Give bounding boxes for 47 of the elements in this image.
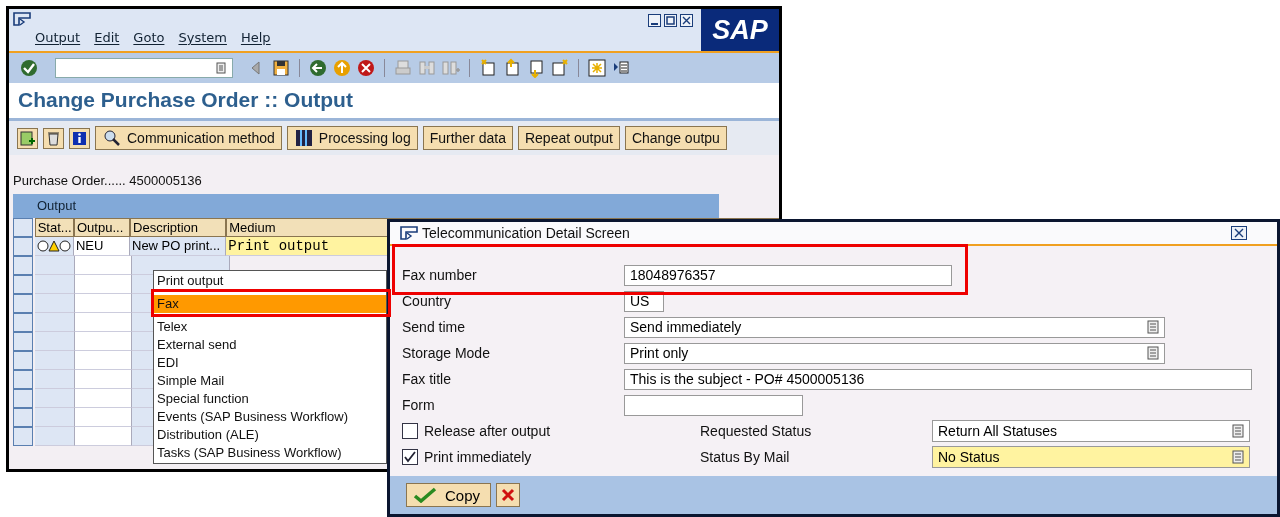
screen-title: Change Purchase Order :: Output <box>9 83 779 121</box>
menu-option[interactable]: Telex <box>154 318 386 336</box>
dropdown-field[interactable]: Return All Statuses <box>932 420 1250 442</box>
toolbar-button[interactable]: Change outpu <box>624 126 727 150</box>
menu-option[interactable]: External send <box>154 336 386 354</box>
toolbar-button[interactable]: Processing log <box>286 126 418 150</box>
field-label: Fax title <box>402 371 452 387</box>
column-header[interactable]: Stat... <box>34 218 74 237</box>
toolbar-button[interactable]: Repeat output <box>517 126 620 150</box>
menu-item[interactable]: Edit <box>94 30 120 45</box>
dialog-title: Telecommunication Detail Screen <box>422 225 630 241</box>
menu-option[interactable]: Distribution (ALE) <box>154 426 386 444</box>
field-label: Storage Mode <box>402 345 491 361</box>
menu-item[interactable]: Output <box>35 30 81 45</box>
table-title: Output <box>13 194 719 218</box>
copy-button[interactable]: Copy <box>406 483 492 507</box>
menu-option[interactable]: EDI <box>154 354 386 372</box>
input-field[interactable]: 18048976357 <box>624 264 952 286</box>
menu-option[interactable]: Print output <box>154 272 386 290</box>
field-label: Send time <box>402 319 467 335</box>
logo: SAP <box>701 9 779 51</box>
toolbar-button[interactable]: Communication method <box>95 126 282 150</box>
menu-option[interactable]: Simple Mail <box>154 372 386 390</box>
column-header[interactable]: Description <box>130 218 227 237</box>
menu-option[interactable]: Events (SAP Business Workflow) <box>154 408 386 426</box>
menu-item[interactable]: Goto <box>133 30 165 45</box>
dropdown-field[interactable]: Send immediately <box>624 316 1165 338</box>
menu-option[interactable]: Fax <box>154 295 386 313</box>
menu-item[interactable]: Help <box>240 30 271 45</box>
menu-option[interactable]: Tasks (SAP Business Workflow) <box>154 444 386 462</box>
toolbar-button[interactable]: Further data <box>422 126 513 150</box>
dropdown-field[interactable]: Print only <box>624 342 1165 364</box>
menu-option[interactable]: Special function <box>154 390 386 408</box>
column-header[interactable]: Outpu... <box>74 218 131 237</box>
table-cell: NEU <box>74 237 130 256</box>
input-field[interactable]: This is the subject - PO# 4500005136 <box>624 368 1252 390</box>
dropdown-field[interactable]: No Status <box>932 446 1250 468</box>
field-label: Requested Status <box>700 423 813 439</box>
checkbox-label: Release after output <box>424 423 551 439</box>
menu-item[interactable]: System <box>178 30 227 45</box>
field-label: Country <box>402 293 453 309</box>
document-number: Purchase Order...... 4500005136 <box>13 173 203 190</box>
field-label: Status By Mail <box>700 449 791 465</box>
checkbox-label: Print immediately <box>424 449 532 465</box>
field-label: Form <box>402 397 436 413</box>
field-label: Fax number <box>402 267 478 283</box>
table-cell: New PO print... <box>130 237 227 256</box>
